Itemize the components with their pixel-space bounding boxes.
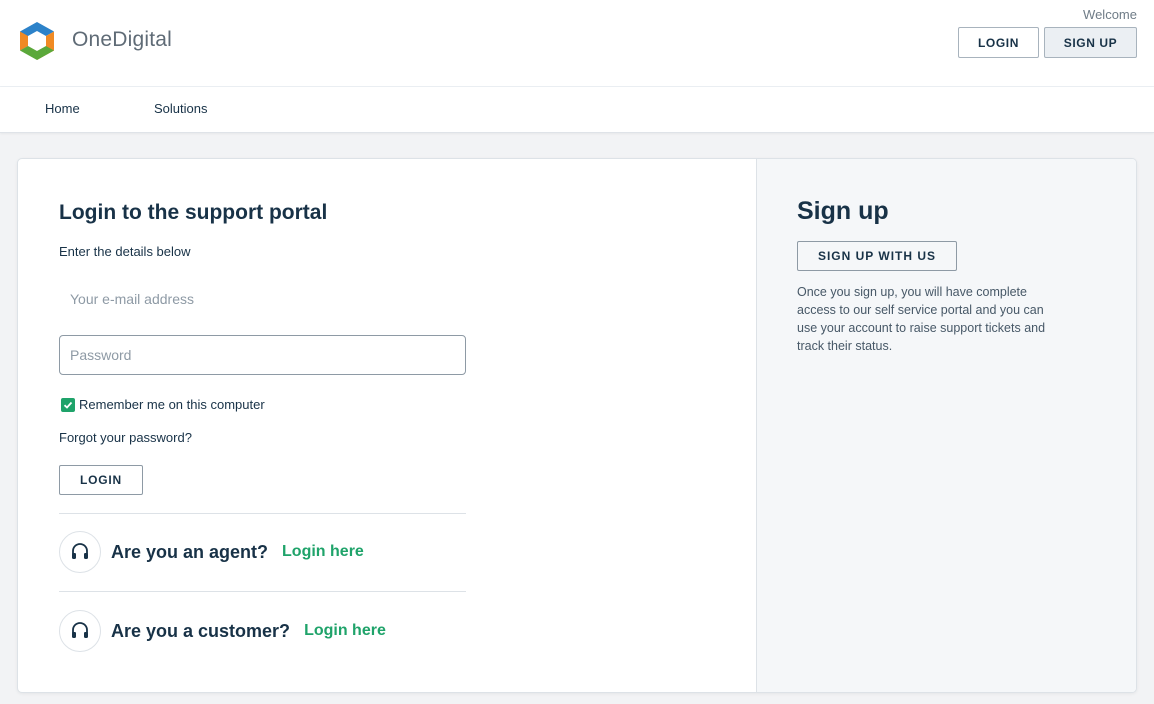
remember-me[interactable]: Remember me on this computer	[61, 397, 265, 412]
email-input[interactable]	[59, 279, 466, 319]
login-button[interactable]: LOGIN	[59, 465, 143, 495]
remember-label: Remember me on this computer	[79, 397, 265, 412]
header-login-button[interactable]: LOGIN	[958, 27, 1039, 58]
welcome-text: Welcome	[1083, 7, 1137, 22]
headset-icon	[59, 531, 101, 573]
nav-item-solutions[interactable]: Solutions	[154, 101, 207, 116]
agent-question: Are you an agent?	[111, 541, 269, 562]
header: OneDigital Welcome LOGIN SIGN UP	[0, 0, 1154, 87]
customer-question: Are you a customer?	[111, 620, 291, 641]
signup-panel: Sign up SIGN UP WITH US Once you sign up…	[756, 159, 1136, 692]
header-signup-button[interactable]: SIGN UP	[1044, 27, 1137, 58]
login-subtitle: Enter the details below	[59, 244, 191, 259]
checkmark-icon	[63, 401, 73, 409]
main-nav: Home Solutions	[0, 87, 1154, 133]
forgot-password-link[interactable]: Forgot your password?	[59, 430, 192, 445]
nav-item-home[interactable]: Home	[45, 101, 80, 116]
password-input[interactable]	[59, 335, 466, 375]
remember-checkbox[interactable]	[61, 397, 75, 412]
signup-description: Once you sign up, you will have complete…	[797, 285, 1046, 353]
agent-row: Are you an agent? Login here	[59, 531, 364, 573]
divider	[59, 591, 466, 592]
signup-with-us-button[interactable]: SIGN UP WITH US	[797, 241, 957, 271]
customer-login-link[interactable]: Login here	[304, 622, 386, 640]
signup-title: Sign up	[797, 197, 889, 225]
login-card: Login to the support portal Enter the de…	[17, 158, 1137, 693]
divider	[59, 513, 466, 514]
customer-row: Are you a customer? Login here	[59, 610, 386, 652]
onedigital-logo-icon[interactable]	[20, 22, 54, 60]
login-title: Login to the support portal	[59, 201, 328, 224]
headset-icon	[59, 610, 101, 652]
agent-login-link[interactable]: Login here	[282, 543, 364, 561]
brand-name[interactable]: OneDigital	[72, 28, 172, 52]
